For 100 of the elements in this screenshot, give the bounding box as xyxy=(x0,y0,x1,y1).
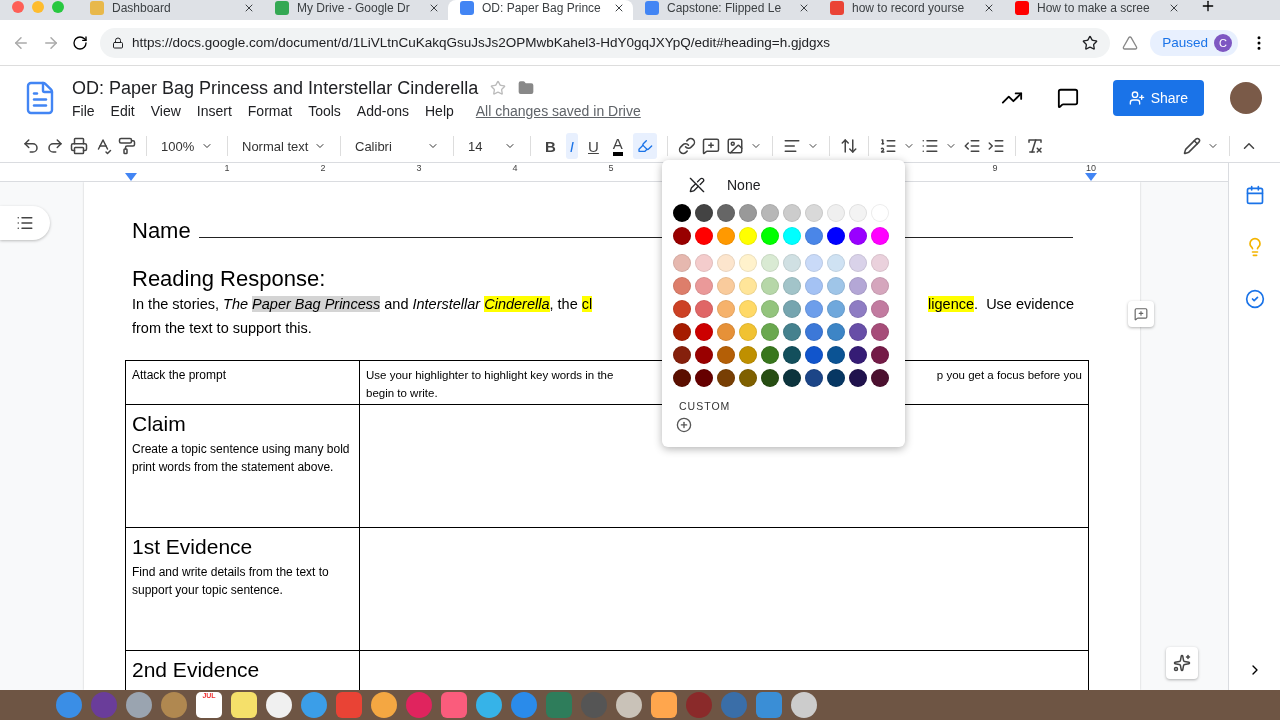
close-icon[interactable] xyxy=(243,2,255,14)
folder-icon[interactable] xyxy=(518,80,535,96)
bookmark-star-icon[interactable] xyxy=(1082,34,1099,51)
bold-button[interactable]: B xyxy=(541,133,560,159)
color-swatch[interactable] xyxy=(805,254,823,273)
color-swatch[interactable] xyxy=(717,346,735,365)
undo-icon[interactable] xyxy=(22,137,40,155)
color-swatch[interactable] xyxy=(695,254,713,273)
app-icon[interactable] xyxy=(231,692,257,718)
custom-color-button[interactable]: CUSTOM xyxy=(673,392,894,413)
browser-tab[interactable]: Dashboard xyxy=(78,0,263,20)
color-swatch[interactable] xyxy=(695,204,713,223)
color-swatch[interactable] xyxy=(695,277,713,296)
color-swatch[interactable] xyxy=(695,346,713,365)
color-swatch[interactable] xyxy=(849,369,867,388)
browser-tab[interactable]: OD: Paper Bag Prince xyxy=(448,0,633,20)
color-swatch[interactable] xyxy=(871,254,889,273)
color-swatch[interactable] xyxy=(783,277,801,296)
color-swatch[interactable] xyxy=(783,323,801,342)
app-icon[interactable] xyxy=(266,692,292,718)
browser-tab[interactable]: How to make a scree xyxy=(1003,0,1188,20)
comments-icon[interactable] xyxy=(1056,87,1079,109)
style-dropdown[interactable]: Normal text xyxy=(238,133,330,159)
color-swatch[interactable] xyxy=(739,346,757,365)
editing-mode-icon[interactable] xyxy=(1183,137,1201,155)
menu-item[interactable]: Format xyxy=(247,102,293,119)
color-swatch[interactable] xyxy=(827,323,845,342)
color-swatch[interactable] xyxy=(761,346,779,365)
tasks-icon[interactable] xyxy=(1244,289,1265,309)
color-swatch[interactable] xyxy=(827,346,845,365)
color-swatch[interactable] xyxy=(761,323,779,342)
browser-tab[interactable]: how to record yourse xyxy=(818,0,1003,20)
color-swatch[interactable] xyxy=(739,277,757,296)
color-swatch[interactable] xyxy=(805,369,823,388)
color-swatch[interactable] xyxy=(739,204,757,223)
menu-item[interactable]: Insert xyxy=(196,102,232,119)
app-icon[interactable] xyxy=(476,692,502,718)
reload-icon[interactable] xyxy=(72,34,88,51)
color-swatch[interactable] xyxy=(717,277,735,296)
paint-format-icon[interactable] xyxy=(118,137,136,155)
app-icon[interactable] xyxy=(371,692,397,718)
color-swatch[interactable] xyxy=(805,300,823,319)
save-status-link[interactable]: All changes saved in Drive xyxy=(475,102,641,119)
browser-tab[interactable]: Capstone: Flipped Le xyxy=(633,0,818,20)
menu-item[interactable]: Add-ons xyxy=(356,102,409,119)
color-swatch[interactable] xyxy=(673,277,691,296)
print-icon[interactable] xyxy=(70,137,88,155)
close-icon[interactable] xyxy=(1168,2,1180,14)
color-swatch[interactable] xyxy=(695,300,713,319)
color-swatch[interactable] xyxy=(805,227,823,246)
color-swatch[interactable] xyxy=(717,323,735,342)
add-custom-color-icon[interactable] xyxy=(675,417,693,433)
numbered-list-icon[interactable] xyxy=(878,137,897,155)
star-icon[interactable] xyxy=(490,80,507,96)
color-swatch[interactable] xyxy=(673,300,691,319)
link-icon[interactable] xyxy=(677,137,696,155)
color-swatch[interactable] xyxy=(783,369,801,388)
color-swatch[interactable] xyxy=(761,254,779,273)
color-swatch[interactable] xyxy=(695,369,713,388)
font-size-dropdown[interactable]: 14 xyxy=(464,133,520,159)
color-swatch[interactable] xyxy=(695,227,713,246)
close-icon[interactable] xyxy=(798,2,810,14)
menu-item[interactable]: View xyxy=(150,102,181,119)
color-swatch[interactable] xyxy=(783,346,801,365)
explore-button[interactable] xyxy=(1166,647,1198,679)
color-swatch[interactable] xyxy=(871,227,889,246)
new-tab-icon[interactable] xyxy=(1200,0,1216,14)
app-icon[interactable] xyxy=(616,692,642,718)
text-color-button[interactable]: A xyxy=(608,133,627,159)
color-swatch[interactable] xyxy=(695,323,713,342)
color-swatch[interactable] xyxy=(673,346,691,365)
line-spacing-icon[interactable] xyxy=(839,137,858,155)
color-swatch[interactable] xyxy=(739,323,757,342)
color-swatch[interactable] xyxy=(827,227,845,246)
color-swatch[interactable] xyxy=(871,323,889,342)
color-swatch[interactable] xyxy=(761,204,779,223)
color-swatch[interactable] xyxy=(871,369,889,388)
color-swatch[interactable] xyxy=(827,254,845,273)
share-button[interactable]: Share xyxy=(1112,80,1204,116)
underline-button[interactable]: U xyxy=(584,133,603,159)
outline-button[interactable] xyxy=(0,206,50,240)
color-swatch[interactable] xyxy=(805,346,823,365)
color-swatch[interactable] xyxy=(761,300,779,319)
color-swatch[interactable] xyxy=(849,323,867,342)
color-swatch[interactable] xyxy=(827,204,845,223)
color-swatch[interactable] xyxy=(849,346,867,365)
drive-extension-icon[interactable] xyxy=(1122,34,1139,51)
color-swatch[interactable] xyxy=(871,346,889,365)
color-swatch[interactable] xyxy=(761,227,779,246)
increase-indent-icon[interactable] xyxy=(986,137,1005,155)
color-swatch[interactable] xyxy=(827,369,845,388)
color-swatch[interactable] xyxy=(739,369,757,388)
color-swatch[interactable] xyxy=(673,323,691,342)
add-comment-icon[interactable] xyxy=(701,137,720,155)
color-swatch[interactable] xyxy=(805,277,823,296)
font-dropdown[interactable]: Calibri xyxy=(351,133,443,159)
color-swatch[interactable] xyxy=(871,300,889,319)
color-swatch[interactable] xyxy=(783,227,801,246)
color-swatch[interactable] xyxy=(849,254,867,273)
color-swatch[interactable] xyxy=(827,300,845,319)
